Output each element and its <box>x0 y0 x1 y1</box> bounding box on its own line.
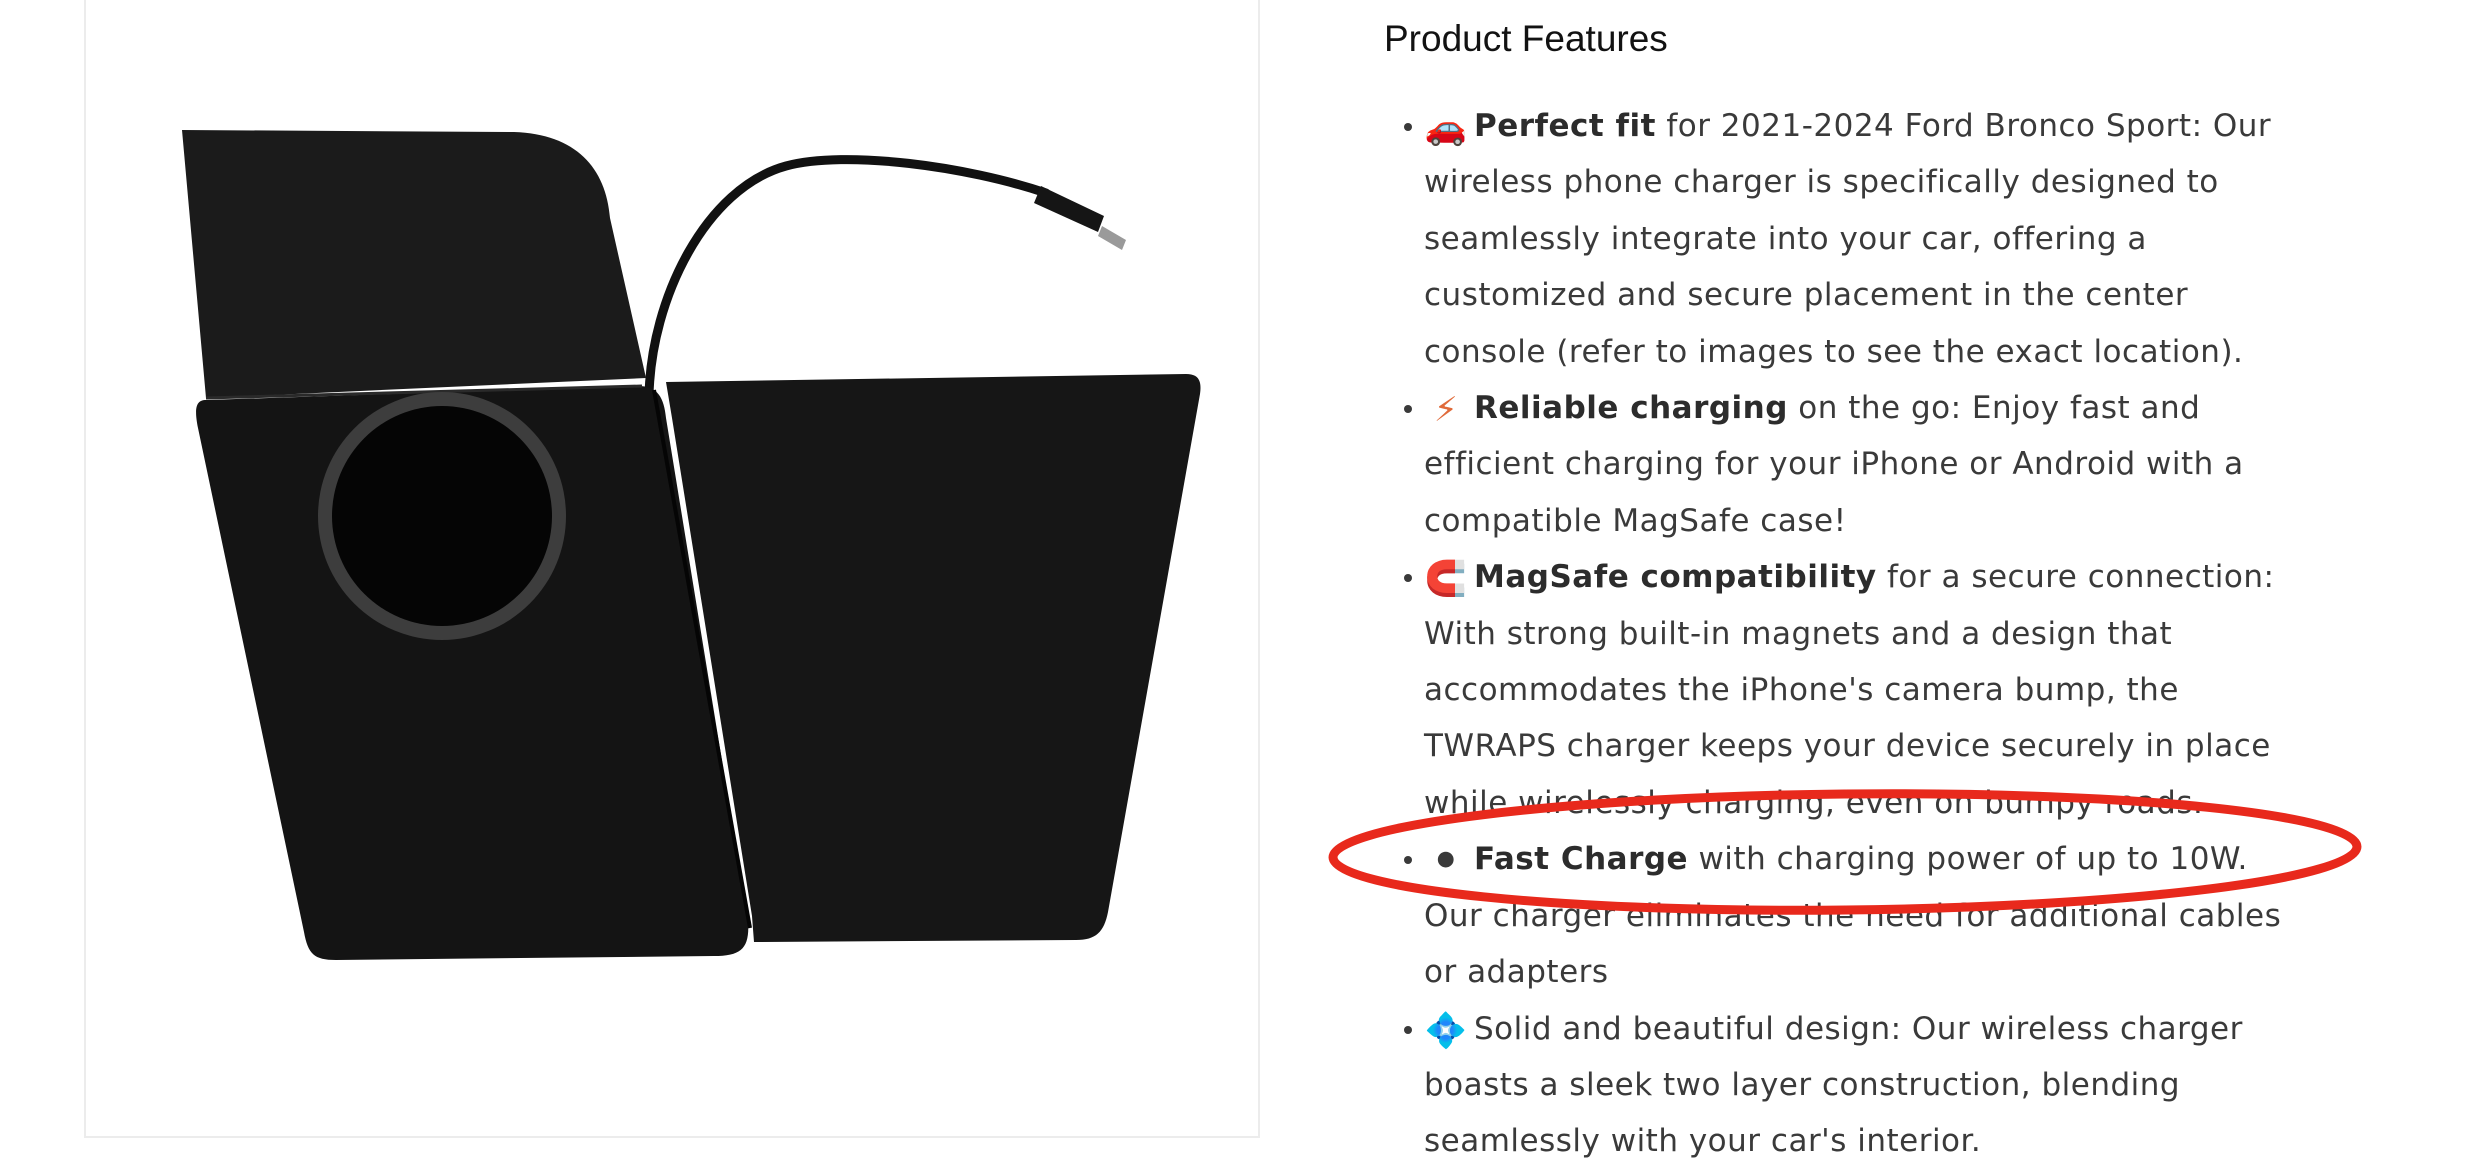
usb-cable <box>644 155 1051 401</box>
black-circle-icon: ⚫ <box>1431 841 1461 882</box>
feature-title: MagSafe compatibility <box>1474 559 1877 596</box>
list-item: 🚗 Perfect fit for 2021-2024 Ford Bronco S… <box>1404 98 2304 380</box>
feature-text: for 2021-2024 Ford Bronco Sport: Our wir… <box>1424 108 2272 370</box>
list-item: ⚫ Fast Charge with charging power of up t… <box>1404 831 2304 1000</box>
magsafe-pad <box>332 406 552 626</box>
feature-title: Reliable charging <box>1474 390 1788 427</box>
features-heading: Product Features <box>1384 18 1668 59</box>
charger-back-panel <box>182 130 646 398</box>
lightning-icon: ⚡ <box>1433 390 1459 431</box>
feature-title: Fast Charge <box>1474 841 1689 878</box>
feature-text: Solid and beautiful design: Our wireless… <box>1424 1010 2243 1160</box>
feature-text: for a secure connection: With strong bui… <box>1424 559 2275 821</box>
usb-plug <box>1098 226 1126 250</box>
list-item: 🧲 MagSafe compatibility for a secure conn… <box>1404 549 2304 831</box>
magnet-icon: 🧲 <box>1424 559 1468 600</box>
diamond-icon: 💠 <box>1424 1010 1468 1051</box>
list-item: ⚡ Reliable charging on the go: Enjoy fast… <box>1404 380 2304 549</box>
usb-connector <box>1034 186 1104 232</box>
product-image-frame[interactable] <box>84 0 1260 1138</box>
features-list: 🚗 Perfect fit for 2021-2024 Ford Bronco S… <box>1384 98 2304 1170</box>
feature-title: Perfect fit <box>1474 108 1656 144</box>
list-item: 💠 Solid and beautiful design: Our wireles… <box>1404 1001 2304 1170</box>
product-image <box>182 130 1201 960</box>
charger-right-panel <box>666 374 1201 942</box>
car-icon: 🚗 <box>1424 108 1468 148</box>
